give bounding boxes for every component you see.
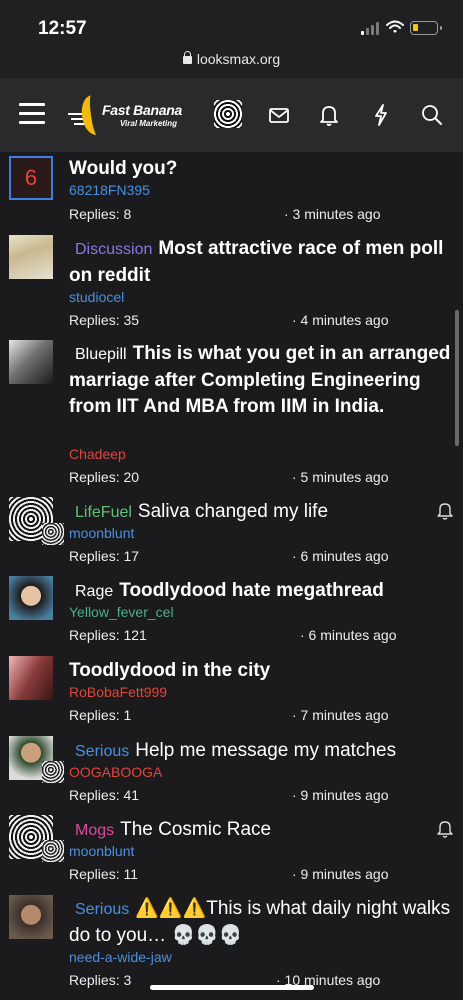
lightning-icon[interactable] xyxy=(368,102,394,128)
status-time: 12:57 xyxy=(38,18,87,39)
thread-author[interactable]: moonblunt xyxy=(69,843,134,859)
status-bar: 12:57 xyxy=(0,0,463,48)
thread-title[interactable]: Rage Toodlydood hate megathread xyxy=(69,578,451,605)
thread-title[interactable]: Would you? xyxy=(69,156,451,182)
replies-count: Replies: 3 xyxy=(69,972,132,988)
thread-title[interactable]: Bluepill This is what you get in an arran… xyxy=(69,341,451,420)
avatar-secondary xyxy=(42,761,64,783)
avatar[interactable] xyxy=(9,235,53,279)
avatar[interactable] xyxy=(9,656,53,700)
scrollbar[interactable] xyxy=(455,310,459,446)
avatar[interactable]: 6 xyxy=(9,156,53,200)
thread-row[interactable]: Toodlydood in the city RoBobaFett999 Rep… xyxy=(0,654,463,734)
thread-title[interactable]: LifeFuel Saliva changed my life xyxy=(69,499,451,526)
thread-time: · 4 minutes ago xyxy=(292,312,389,328)
thread-row[interactable]: Discussion Most attractive race of men po… xyxy=(0,232,463,336)
avatar-secondary xyxy=(42,840,64,862)
thread-row[interactable]: Serious ⚠️⚠️⚠️This is what daily night wa… xyxy=(0,893,463,1000)
lock-icon xyxy=(182,51,192,64)
thread-prefix[interactable]: Serious xyxy=(75,901,129,918)
watched-bell-icon xyxy=(437,503,453,520)
menu-icon[interactable] xyxy=(19,103,45,125)
signal-icon xyxy=(361,22,379,35)
logo-subtitle: Viral Marketing xyxy=(120,119,178,128)
thread-time: · 9 minutes ago xyxy=(292,866,389,882)
site-logo[interactable]: Fast Banana Viral Marketing xyxy=(68,93,198,138)
thread-time: · 6 minutes ago xyxy=(292,548,389,564)
thread-author[interactable]: studiocel xyxy=(69,289,124,305)
thread-prefix[interactable]: Serious xyxy=(75,743,129,760)
thread-title[interactable]: Toodlydood in the city xyxy=(69,658,451,684)
thread-time: · 6 minutes ago xyxy=(300,627,397,643)
url-text: looksmax.org xyxy=(196,51,281,67)
search-icon[interactable] xyxy=(419,102,445,128)
thread-author[interactable]: OOGABOOGA xyxy=(69,764,162,780)
thread-author[interactable]: RoBobaFett999 xyxy=(69,684,167,700)
thread-title[interactable]: Serious Help me message my matches xyxy=(69,738,451,765)
app-header: Fast Banana Viral Marketing xyxy=(0,78,463,152)
thread-author[interactable]: moonblunt xyxy=(69,525,134,541)
replies-count: Replies: 35 xyxy=(69,312,140,328)
replies-count: Replies: 41 xyxy=(69,787,140,803)
thread-author[interactable]: Yellow_fever_cel xyxy=(69,604,174,620)
replies-count: Replies: 11 xyxy=(69,866,139,882)
replies-count: Replies: 17 xyxy=(69,548,140,564)
wifi-icon xyxy=(386,20,404,33)
thread-prefix[interactable]: Discussion xyxy=(75,241,152,258)
thread-row[interactable]: 6 Would you? 68218FN395 Replies: 8 · 3 m… xyxy=(0,152,463,232)
thread-row[interactable]: Mogs The Cosmic Race moonblunt Replies: 1… xyxy=(0,813,463,893)
mail-icon[interactable] xyxy=(266,102,292,128)
thread-author[interactable]: need-a-wide-jaw xyxy=(69,949,172,965)
thread-prefix[interactable]: Rage xyxy=(75,583,113,600)
battery-icon xyxy=(410,21,442,35)
replies-count: Replies: 8 xyxy=(69,206,132,222)
avatar-swirl-icon[interactable] xyxy=(214,100,242,128)
thread-prefix[interactable]: Bluepill xyxy=(75,346,127,363)
bell-icon[interactable] xyxy=(316,102,342,128)
home-indicator[interactable] xyxy=(150,985,314,990)
thread-row[interactable]: LifeFuel Saliva changed my life moonblunt… xyxy=(0,495,463,573)
thread-time: · 9 minutes ago xyxy=(292,787,389,803)
avatar[interactable] xyxy=(9,340,53,384)
thread-time: · 7 minutes ago xyxy=(292,707,389,723)
thread-row[interactable]: Bluepill This is what you get in an arran… xyxy=(0,337,463,494)
thread-author[interactable]: Chadeep xyxy=(69,446,126,462)
thread-author[interactable]: 68218FN395 xyxy=(69,182,150,198)
thread-title[interactable]: Discussion Most attractive race of men po… xyxy=(69,236,451,289)
avatar[interactable] xyxy=(9,576,53,620)
thread-prefix[interactable]: LifeFuel xyxy=(75,504,132,521)
url-bar[interactable]: looksmax.org xyxy=(0,48,463,78)
thread-row[interactable]: Serious Help me message my matches OOGABO… xyxy=(0,734,463,814)
watched-bell-icon xyxy=(437,821,453,838)
avatar[interactable] xyxy=(9,895,53,939)
replies-count: Replies: 1 xyxy=(69,707,132,723)
replies-count: Replies: 20 xyxy=(69,469,140,485)
logo-title: Fast Banana xyxy=(102,102,182,118)
thread-title[interactable]: Mogs The Cosmic Race xyxy=(69,817,451,844)
thread-row[interactable]: Rage Toodlydood hate megathread Yellow_fe… xyxy=(0,574,463,654)
replies-count: Replies: 121 xyxy=(69,627,147,643)
avatar-secondary xyxy=(42,523,64,545)
thread-prefix[interactable]: Mogs xyxy=(75,822,114,839)
thread-time: · 3 minutes ago xyxy=(284,206,381,222)
thread-title[interactable]: Serious ⚠️⚠️⚠️This is what daily night wa… xyxy=(69,896,451,949)
thread-time: · 5 minutes ago xyxy=(292,469,389,485)
